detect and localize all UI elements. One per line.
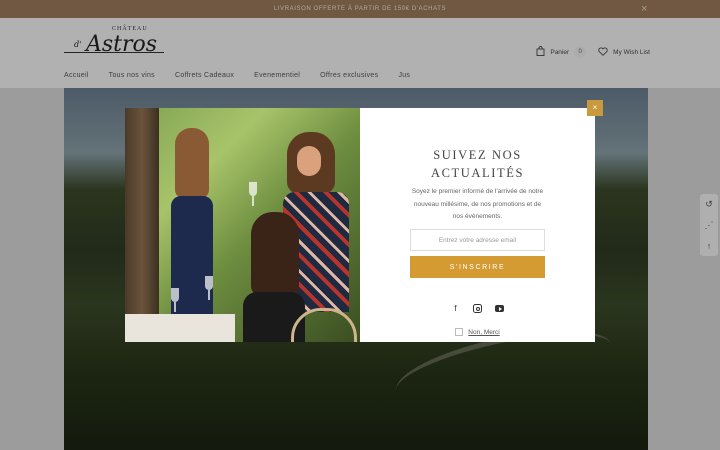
no-thanks-label[interactable]: Non, Merci [468,329,499,336]
facebook-icon[interactable]: f [451,304,460,313]
no-thanks-option: Non, Merci [360,328,595,336]
photo-tablecloth [125,314,235,342]
newsletter-modal: × SUIVEZ NOS ACTUALITÉS Soyez le premier… [125,100,603,342]
photo-wine-glass [171,288,179,312]
email-input[interactable] [410,229,545,251]
modal-title: SUIVEZ NOS ACTUALITÉS [360,146,595,182]
photo-face [297,146,321,176]
social-links: f [360,304,595,313]
modal-photo-people-drinking-wine [125,108,360,342]
modal-title-line2: ACTUALITÉS [430,166,525,180]
modal-content: × SUIVEZ NOS ACTUALITÉS Soyez le premier… [360,100,603,342]
instagram-icon[interactable] [473,304,482,313]
modal-description: Soyez le premier informé de l'arrivée de… [411,188,544,220]
no-thanks-checkbox[interactable] [455,328,464,336]
photo-tree-trunk [125,108,159,342]
photo-wine-glass [205,276,213,300]
photo-wine-glass [249,182,257,206]
photo-hair [251,212,299,296]
modal-close-icon[interactable]: × [587,100,603,116]
photo-hair [175,128,209,198]
modal-title-line1: SUIVEZ NOS [433,148,522,162]
subscribe-button[interactable]: S'INSCRIRE [410,256,545,278]
photo-person-left [157,128,229,342]
youtube-icon[interactable] [495,305,504,312]
